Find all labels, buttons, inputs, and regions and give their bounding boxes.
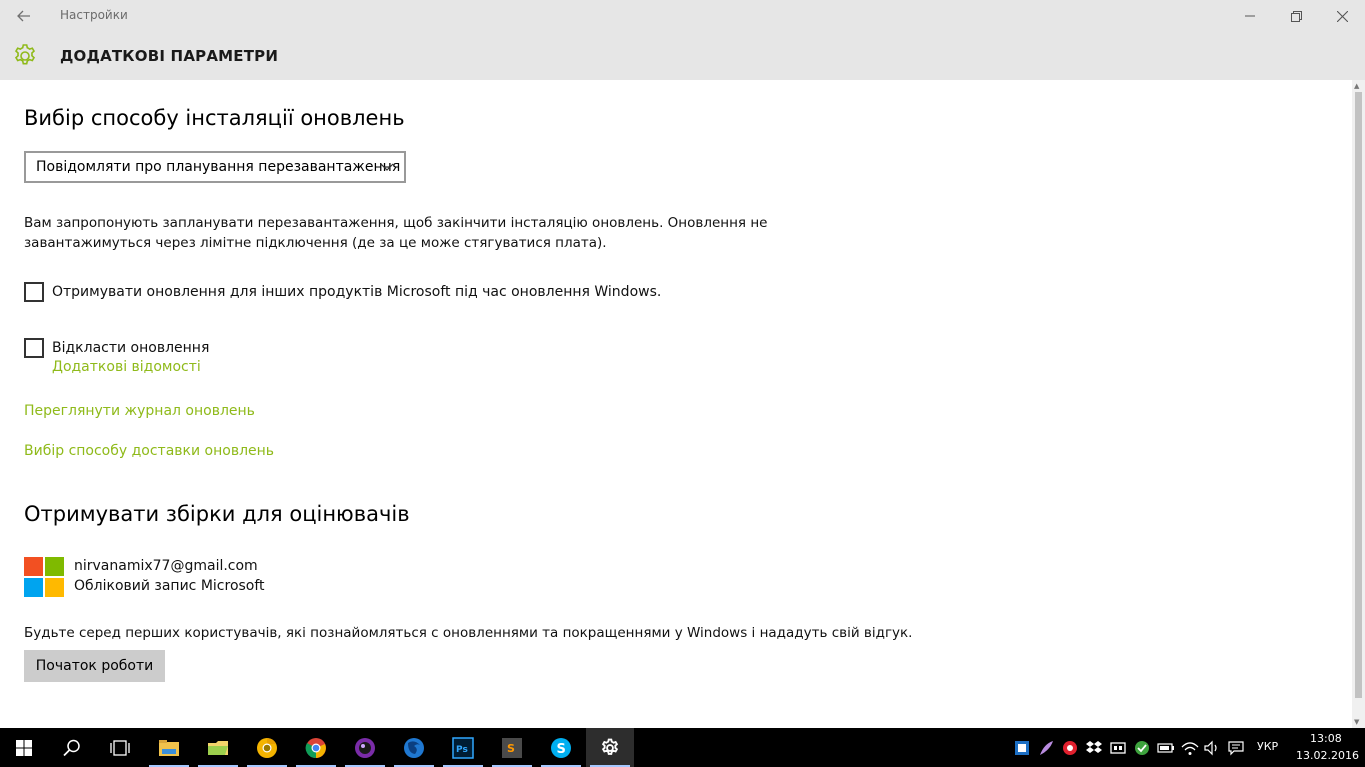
taskbar-firefox-dev[interactable]: [390, 728, 438, 767]
taskbar-sublime[interactable]: S: [488, 728, 536, 767]
chrome-icon: [305, 737, 326, 758]
taskbar-chrome-canary[interactable]: [243, 728, 291, 767]
clock-time[interactable]: 13:08: [1310, 732, 1342, 745]
close-button[interactable]: [1319, 0, 1365, 32]
microsoft-logo-icon: [24, 557, 64, 597]
back-button[interactable]: [10, 4, 38, 28]
gear-icon: [14, 44, 36, 65]
taskbar-settings[interactable]: [586, 728, 634, 767]
language-indicator[interactable]: УКР: [1257, 740, 1278, 753]
window-app-icon: [1110, 742, 1126, 754]
taskbar-chrome[interactable]: [292, 728, 340, 767]
title-bar: Настройки: [0, 0, 1365, 32]
other-products-checkbox-row[interactable]: Отримувати оновлення для інших продуктів…: [24, 282, 661, 302]
get-started-button[interactable]: Початок роботи: [24, 650, 165, 682]
tray-app-2[interactable]: [1036, 738, 1056, 758]
file-explorer-icon: [159, 739, 179, 756]
svg-text:S: S: [557, 742, 566, 757]
folder-icon: [208, 740, 228, 755]
delivery-method-link[interactable]: Вибір способу доставки оновлень: [24, 443, 274, 459]
task-view-button[interactable]: [96, 728, 144, 767]
minimize-button[interactable]: [1227, 0, 1273, 32]
task-view-icon: [110, 739, 130, 756]
tray-action-center[interactable]: [1226, 738, 1246, 758]
page-title: ДОДАТКОВІ ПАРАМЕТРИ: [60, 47, 279, 65]
tray-app-6[interactable]: [1132, 738, 1152, 758]
feather-icon: [1040, 741, 1053, 755]
red-app-icon: [1063, 741, 1077, 755]
tray-wifi[interactable]: [1180, 738, 1200, 758]
install-description: Вам запропонують запланувати перезаванта…: [24, 213, 784, 253]
taskbar-folder[interactable]: [194, 728, 242, 767]
update-history-link[interactable]: Переглянути журнал оновлень: [24, 403, 255, 419]
scroll-down-icon[interactable]: ▼: [1354, 718, 1359, 726]
media-player-icon: [355, 737, 375, 758]
tray-battery[interactable]: [1156, 738, 1176, 758]
taskbar-media-player[interactable]: [341, 728, 389, 767]
close-icon: [1336, 10, 1348, 22]
account-type: Обліковий запис Microsoft: [74, 578, 265, 594]
tray-dropbox[interactable]: [1084, 738, 1104, 758]
more-info-link[interactable]: Додаткові відомості: [52, 359, 201, 375]
dropdown-value: Повідомляти про планування перезавантаже…: [36, 159, 401, 175]
insider-heading: Отримувати збірки для оцінювачів: [24, 502, 410, 526]
search-icon: [63, 739, 80, 756]
start-button[interactable]: [0, 728, 48, 767]
restore-button[interactable]: [1273, 0, 1319, 32]
firefox-developer-icon: [404, 737, 424, 758]
install-method-dropdown[interactable]: Повідомляти про планування перезавантаже…: [24, 151, 406, 183]
battery-icon: [1157, 743, 1174, 753]
page-header: ДОДАТКОВІ ПАРАМЕТРИ: [0, 32, 1365, 80]
taskbar-file-explorer[interactable]: [145, 728, 193, 767]
photoshop-icon: Ps: [452, 736, 474, 759]
description-line-2: завантажимуться через лімітне підключенн…: [24, 235, 607, 251]
start-icon: [16, 739, 32, 756]
action-center-icon: [1228, 741, 1244, 756]
chrome-canary-icon: [257, 737, 277, 758]
dropbox-icon: [1086, 741, 1102, 753]
other-products-label: Отримувати оновлення для інших продуктів…: [52, 284, 662, 300]
volume-icon: [1204, 740, 1217, 756]
restore-icon: [1290, 10, 1302, 22]
taskbar-photoshop[interactable]: Ps: [439, 728, 487, 767]
skype-icon: S: [551, 737, 571, 758]
search-button[interactable]: [48, 728, 96, 767]
tray-app-3[interactable]: [1060, 738, 1080, 758]
wifi-icon: [1181, 742, 1199, 755]
scroll-up-icon[interactable]: ▲: [1354, 82, 1359, 90]
defer-updates-label: Відкласти оновлення: [52, 340, 210, 356]
defer-updates-checkbox[interactable]: [24, 338, 44, 358]
chevron-down-icon: [380, 163, 394, 171]
sublime-text-icon: S: [502, 737, 522, 758]
window-title: Настройки: [60, 8, 128, 22]
svg-text:S: S: [507, 742, 515, 755]
svg-text:Ps: Ps: [456, 745, 468, 755]
taskbar-skype[interactable]: S: [537, 728, 585, 767]
account-email: nirvanamix77@gmail.com: [74, 558, 258, 574]
content-area: Вибір способу інсталяції оновлень Повідо…: [0, 80, 1352, 728]
tray-app-1[interactable]: [1012, 738, 1032, 758]
tray-app-5[interactable]: [1108, 738, 1128, 758]
tray-volume[interactable]: [1202, 738, 1222, 758]
tray-app-icon: [1015, 741, 1029, 755]
settings-icon: [601, 738, 619, 755]
green-check-icon: [1135, 741, 1149, 755]
other-products-checkbox[interactable]: [24, 282, 44, 302]
minimize-icon: [1245, 15, 1255, 17]
defer-checkbox-row[interactable]: Відкласти оновлення: [24, 338, 209, 358]
insider-description: Будьте серед перших користувачів, які по…: [24, 625, 913, 641]
vertical-scrollbar[interactable]: ▲ ▼: [1352, 80, 1365, 728]
clock-date[interactable]: 13.02.2016: [1296, 749, 1359, 762]
scroll-thumb[interactable]: [1355, 92, 1362, 698]
taskbar: Ps S S УКР 13:08 13.02.2016: [0, 728, 1365, 767]
description-line-1: Вам запропонують запланувати перезаванта…: [24, 215, 768, 231]
back-arrow-icon: [17, 10, 30, 22]
install-heading: Вибір способу інсталяції оновлень: [24, 106, 405, 130]
